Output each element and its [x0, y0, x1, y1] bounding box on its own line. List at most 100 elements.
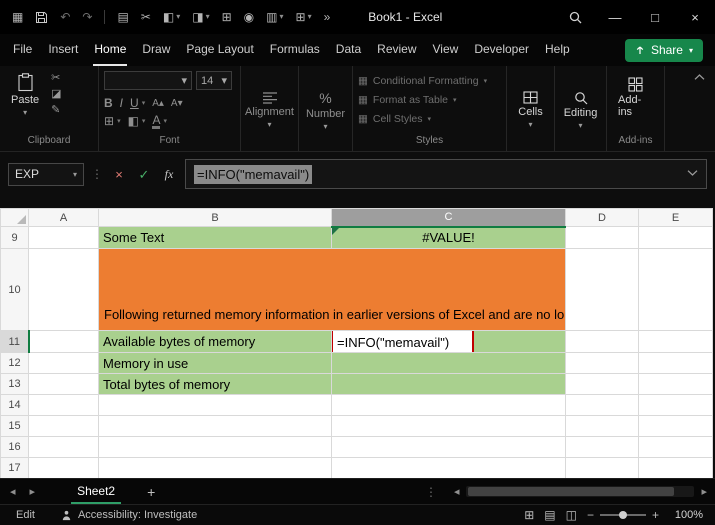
- cell-styles-button[interactable]: ▦ Cell Styles ▾: [358, 109, 501, 128]
- cell-A9[interactable]: [28, 226, 99, 249]
- scrollbar-splitter-icon[interactable]: ⋮: [425, 485, 437, 499]
- cell-E15[interactable]: [638, 415, 713, 437]
- cell-D10[interactable]: [565, 248, 639, 331]
- cell-A10[interactable]: [28, 248, 99, 331]
- zoom-slider[interactable]: [599, 511, 646, 519]
- format-as-table-button[interactable]: ▦ Format as Table ▾: [358, 90, 501, 109]
- row-header-14[interactable]: 14: [0, 394, 29, 416]
- cell-B17[interactable]: [98, 457, 332, 479]
- cell-B11[interactable]: Available bytes of memory: [98, 330, 332, 353]
- addins-button[interactable]: Add-ins: [612, 71, 659, 120]
- cell-E10[interactable]: [638, 248, 713, 331]
- share-button[interactable]: Share ▾: [624, 38, 703, 62]
- cell-E17[interactable]: [638, 457, 713, 479]
- scrollbar-thumb[interactable]: [468, 487, 675, 496]
- maximize-button[interactable]: □: [635, 0, 675, 34]
- ribbon-collapse-icon[interactable]: [694, 74, 705, 80]
- sheet-tab-sheet2[interactable]: Sheet2: [71, 479, 122, 504]
- tab-page-layout[interactable]: Page Layout: [185, 34, 254, 66]
- fill-color-button[interactable]: ◧: [128, 114, 139, 128]
- cell-A12[interactable]: [28, 352, 99, 374]
- cell-A14[interactable]: [28, 394, 99, 416]
- app-menu-icon[interactable]: ▦: [12, 11, 23, 23]
- search-icon[interactable]: [555, 0, 595, 34]
- editing-button[interactable]: Editing ▾: [560, 89, 601, 132]
- fill-shade-icon[interactable]: ◨ ▾: [192, 11, 209, 23]
- redo-icon[interactable]: ↷: [82, 11, 92, 23]
- grid-icon[interactable]: ⊞ ▾: [296, 11, 312, 23]
- cell-B9[interactable]: Some Text: [98, 226, 332, 249]
- tab-developer[interactable]: Developer: [473, 34, 530, 66]
- scroll-right-icon[interactable]: ▸: [701, 485, 707, 498]
- tab-data[interactable]: Data: [335, 34, 362, 66]
- zoom-level[interactable]: 100%: [669, 509, 703, 521]
- zoom-out-button[interactable]: −: [587, 508, 594, 522]
- cell-A13[interactable]: [28, 373, 99, 395]
- scrollbar-track[interactable]: [466, 486, 695, 497]
- zoom-in-button[interactable]: +: [652, 508, 659, 522]
- zoom-slider-knob[interactable]: [618, 511, 627, 519]
- col-header-B[interactable]: B: [98, 208, 332, 227]
- tab-draw[interactable]: Draw: [141, 34, 171, 66]
- tab-home[interactable]: Home: [93, 34, 128, 66]
- cell-C14[interactable]: [331, 394, 566, 416]
- row-header-17[interactable]: 17: [0, 457, 29, 479]
- cell-D16[interactable]: [565, 436, 639, 458]
- row-header-13[interactable]: 13: [0, 373, 29, 395]
- cell-D11[interactable]: [565, 330, 639, 353]
- sheet-nav-right-icon[interactable]: ▸: [30, 485, 36, 498]
- cell-D14[interactable]: [565, 394, 639, 416]
- cell-E16[interactable]: [638, 436, 713, 458]
- decrease-font-button[interactable]: A▾: [171, 98, 183, 109]
- cell-C9[interactable]: #VALUE!: [331, 226, 566, 249]
- cell-C17[interactable]: [331, 457, 566, 479]
- cell-B13[interactable]: Total bytes of memory: [98, 373, 332, 395]
- accessibility-checker[interactable]: Accessibility: Investigate: [61, 509, 197, 521]
- cell-A17[interactable]: [28, 457, 99, 479]
- row-header-15[interactable]: 15: [0, 415, 29, 437]
- cell-D12[interactable]: [565, 352, 639, 374]
- cell-E12[interactable]: [638, 352, 713, 374]
- cell-C15[interactable]: [331, 415, 566, 437]
- cell-C16[interactable]: [331, 436, 566, 458]
- increase-font-button[interactable]: A▴: [152, 98, 164, 109]
- cell-A16[interactable]: [28, 436, 99, 458]
- borders-icon[interactable]: ⊞: [222, 11, 232, 23]
- cell-B10-merged[interactable]: Following returned memory information in…: [98, 248, 566, 331]
- cell-C11-active[interactable]: =INFO("memavail"): [331, 330, 566, 353]
- italic-button[interactable]: I: [120, 96, 123, 110]
- cells-button[interactable]: Cells ▾: [512, 89, 549, 131]
- add-sheet-button[interactable]: +: [147, 484, 155, 500]
- cell-B15[interactable]: [98, 415, 332, 437]
- row-header-16[interactable]: 16: [0, 436, 29, 458]
- scroll-left-icon[interactable]: ◂: [454, 485, 460, 498]
- camera-icon[interactable]: ◉: [244, 11, 254, 23]
- cell-D13[interactable]: [565, 373, 639, 395]
- cell-D15[interactable]: [565, 415, 639, 437]
- cancel-entry-button[interactable]: ×: [110, 168, 128, 181]
- copy-icon[interactable]: ◪: [51, 89, 61, 100]
- undo-icon[interactable]: ↶: [60, 11, 70, 23]
- minimize-button[interactable]: —: [595, 0, 635, 34]
- cut-icon[interactable]: ✂: [51, 73, 61, 84]
- formula-input[interactable]: =INFO("memavail"): [185, 159, 707, 189]
- cell-edit-box[interactable]: =INFO("memavail"): [332, 331, 474, 352]
- cell-A15[interactable]: [28, 415, 99, 437]
- cut-icon[interactable]: ✂: [141, 11, 151, 23]
- row-header-9[interactable]: 9: [0, 226, 29, 249]
- cell-B16[interactable]: [98, 436, 332, 458]
- underline-button[interactable]: U: [130, 96, 139, 110]
- paste-special-icon[interactable]: ◧ ▾: [163, 11, 180, 23]
- save-icon[interactable]: [35, 11, 48, 24]
- name-box[interactable]: EXP ▾: [8, 162, 84, 186]
- sheet-nav-left-icon[interactable]: ◂: [10, 485, 16, 498]
- font-color-button[interactable]: A: [152, 114, 161, 129]
- cell-E13[interactable]: [638, 373, 713, 395]
- col-header-A[interactable]: A: [28, 208, 99, 227]
- cell-B12[interactable]: Memory in use: [98, 352, 332, 374]
- borders-button[interactable]: ⊞: [104, 114, 114, 128]
- insert-function-button[interactable]: fx: [160, 168, 178, 180]
- font-name-combobox[interactable]: ▾: [104, 71, 192, 90]
- number-button[interactable]: % Number ▾: [304, 88, 347, 133]
- tab-review[interactable]: Review: [376, 34, 417, 66]
